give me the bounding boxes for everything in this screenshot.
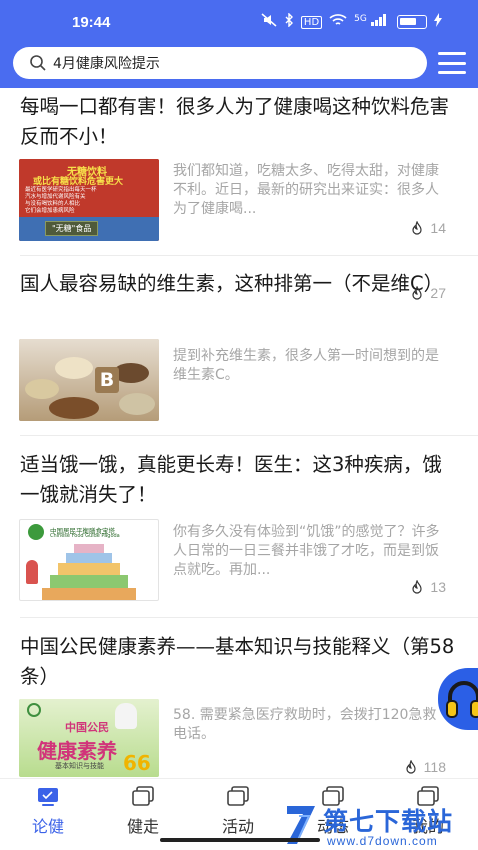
thumb-line: 它们会增加患病风险 bbox=[25, 208, 75, 214]
search-bar[interactable]: 4月健康风险提示 bbox=[13, 47, 427, 79]
like-count[interactable]: 14 bbox=[410, 220, 446, 236]
wifi-icon bbox=[329, 13, 347, 31]
like-count-value: 14 bbox=[430, 220, 446, 236]
article-card[interactable]: 中国公民健康素养——基本知识与技能释义（第58条） 中国公民 健康素养 基本知识… bbox=[0, 618, 478, 778]
like-count[interactable]: 13 bbox=[410, 579, 446, 595]
bluetooth-icon bbox=[284, 12, 294, 31]
monitor-icon bbox=[38, 788, 58, 806]
mute-icon bbox=[261, 13, 277, 31]
top-bar: 19:44 HD 5G 4月健康风险提示 bbox=[0, 0, 478, 88]
flame-icon bbox=[406, 760, 416, 774]
article-excerpt: 58. 需要紧急医疗救助时，会拨打120急救电话。 bbox=[173, 707, 437, 742]
screen-icon bbox=[132, 786, 154, 806]
nav-item-lunjian[interactable]: 论健 bbox=[8, 785, 88, 837]
watermark-text: 第七下载站 bbox=[323, 807, 454, 836]
thumb-sub: 基本知识与技能 bbox=[55, 762, 104, 770]
article-card[interactable]: 每喝一口都有害！很多人为了健康喝这种饮料危害反而不小！ 无糖饮料 或比有糖饮料危… bbox=[0, 88, 478, 256]
article-thumbnail: 无糖饮料 或比有糖饮料危害更大 最近有医学研究指出每天一杯 汽水与增加代谢风险有… bbox=[19, 159, 159, 241]
article-title: 国人最容易缺的维生素，这种排第一（不是维C） bbox=[20, 272, 444, 295]
flame-icon bbox=[412, 286, 423, 300]
nav-label: 活动 bbox=[221, 817, 254, 836]
flame-icon bbox=[412, 580, 423, 594]
screen-icon bbox=[227, 786, 249, 806]
article-excerpt: 我们都知道，吃糖太多、吃得太甜，对健康不利。近日，最新的研究出来证实：很多人为了… bbox=[173, 163, 439, 217]
charging-icon bbox=[434, 13, 442, 31]
headphones-icon bbox=[446, 681, 478, 718]
watermark-url: www.d7down.com bbox=[327, 834, 438, 848]
thumb-number: 66 bbox=[123, 751, 151, 775]
menu-icon-bar bbox=[438, 61, 466, 65]
home-indicator bbox=[160, 838, 320, 842]
article-thumbnail: 中国公民 健康素养 基本知识与技能 66 bbox=[19, 699, 159, 777]
thumb-line: 与没有喝饮料的人相比 bbox=[25, 201, 81, 207]
menu-button[interactable] bbox=[438, 50, 466, 76]
signal-5g-icon: 5G bbox=[354, 14, 387, 30]
search-input[interactable]: 4月健康风险提示 bbox=[53, 53, 160, 73]
network-label: 5G bbox=[354, 14, 367, 24]
article-title: 中国公民健康素养——基本知识与技能释义（第58条） bbox=[20, 635, 455, 688]
article-card[interactable]: 适当饿一饿，真能更长寿！医生：这3种疾病，饿一饿就消失了！ 中国居民平衡膳食宝塔… bbox=[0, 436, 478, 618]
article-feed[interactable]: 每喝一口都有害！很多人为了健康喝这种饮料危害反而不小！ 无糖饮料 或比有糖饮料危… bbox=[0, 88, 478, 778]
thumb-subheading: 或比有糖饮料危害更大 bbox=[33, 177, 124, 187]
flame-icon bbox=[412, 221, 423, 235]
like-count[interactable]: 27 bbox=[410, 285, 446, 301]
nav-item-jianzou[interactable]: 健走 bbox=[103, 785, 183, 837]
thumb-line: 汽水与增加代谢风险有关 bbox=[25, 194, 86, 200]
menu-icon-bar bbox=[438, 71, 466, 74]
menu-icon-bar bbox=[438, 52, 466, 55]
audio-player-button[interactable] bbox=[438, 668, 478, 730]
status-time: 19:44 bbox=[72, 14, 111, 31]
like-count-value: 27 bbox=[430, 285, 446, 301]
thumb-top: 中国公民 bbox=[65, 721, 109, 734]
status-icons: HD 5G bbox=[261, 12, 442, 31]
nav-label: 健走 bbox=[126, 817, 159, 836]
nav-item-huodong[interactable]: 活动 bbox=[198, 785, 278, 837]
thumb-tag: "无糖"食品 bbox=[45, 221, 99, 236]
battery-icon bbox=[397, 15, 427, 29]
like-count-value: 118 bbox=[423, 759, 446, 775]
search-icon bbox=[30, 55, 46, 71]
like-count-value: 13 bbox=[430, 579, 446, 595]
thumb-line: 最近有医学研究指出每天一杯 bbox=[25, 187, 97, 193]
thumb-subheading: Chinese Food Guide Pagoda bbox=[50, 533, 120, 539]
article-excerpt: 提到补充维生素，很多人第一时间想到的是维生素C。 bbox=[173, 348, 439, 383]
article-title: 适当饿一饿，真能更长寿！医生：这3种疾病，饿一饿就消失了！ bbox=[20, 453, 442, 506]
like-count[interactable]: 118 bbox=[404, 759, 446, 775]
hd-icon: HD bbox=[300, 15, 323, 29]
article-thumbnail: B bbox=[19, 339, 159, 421]
thumb-badge: B bbox=[95, 367, 119, 393]
nav-label: 论健 bbox=[31, 817, 64, 836]
article-excerpt: 你有多久没有体验到“饥饿”的感觉了？许多人日常的一日三餐并非饿了才吃，而是到饭点… bbox=[173, 524, 440, 578]
thumb-title: 健康素养 bbox=[37, 739, 117, 763]
article-thumbnail: 中国居民平衡膳食宝塔 Chinese Food Guide Pagoda bbox=[19, 519, 159, 601]
status-bar: 19:44 HD 5G bbox=[0, 0, 478, 46]
article-card[interactable]: 国人最容易缺的维生素，这种排第一（不是维C） B 提到补充维生素，很多人第一时间… bbox=[0, 256, 478, 436]
article-title: 每喝一口都有害！很多人为了健康喝这种饮料危害反而不小！ bbox=[20, 95, 450, 148]
